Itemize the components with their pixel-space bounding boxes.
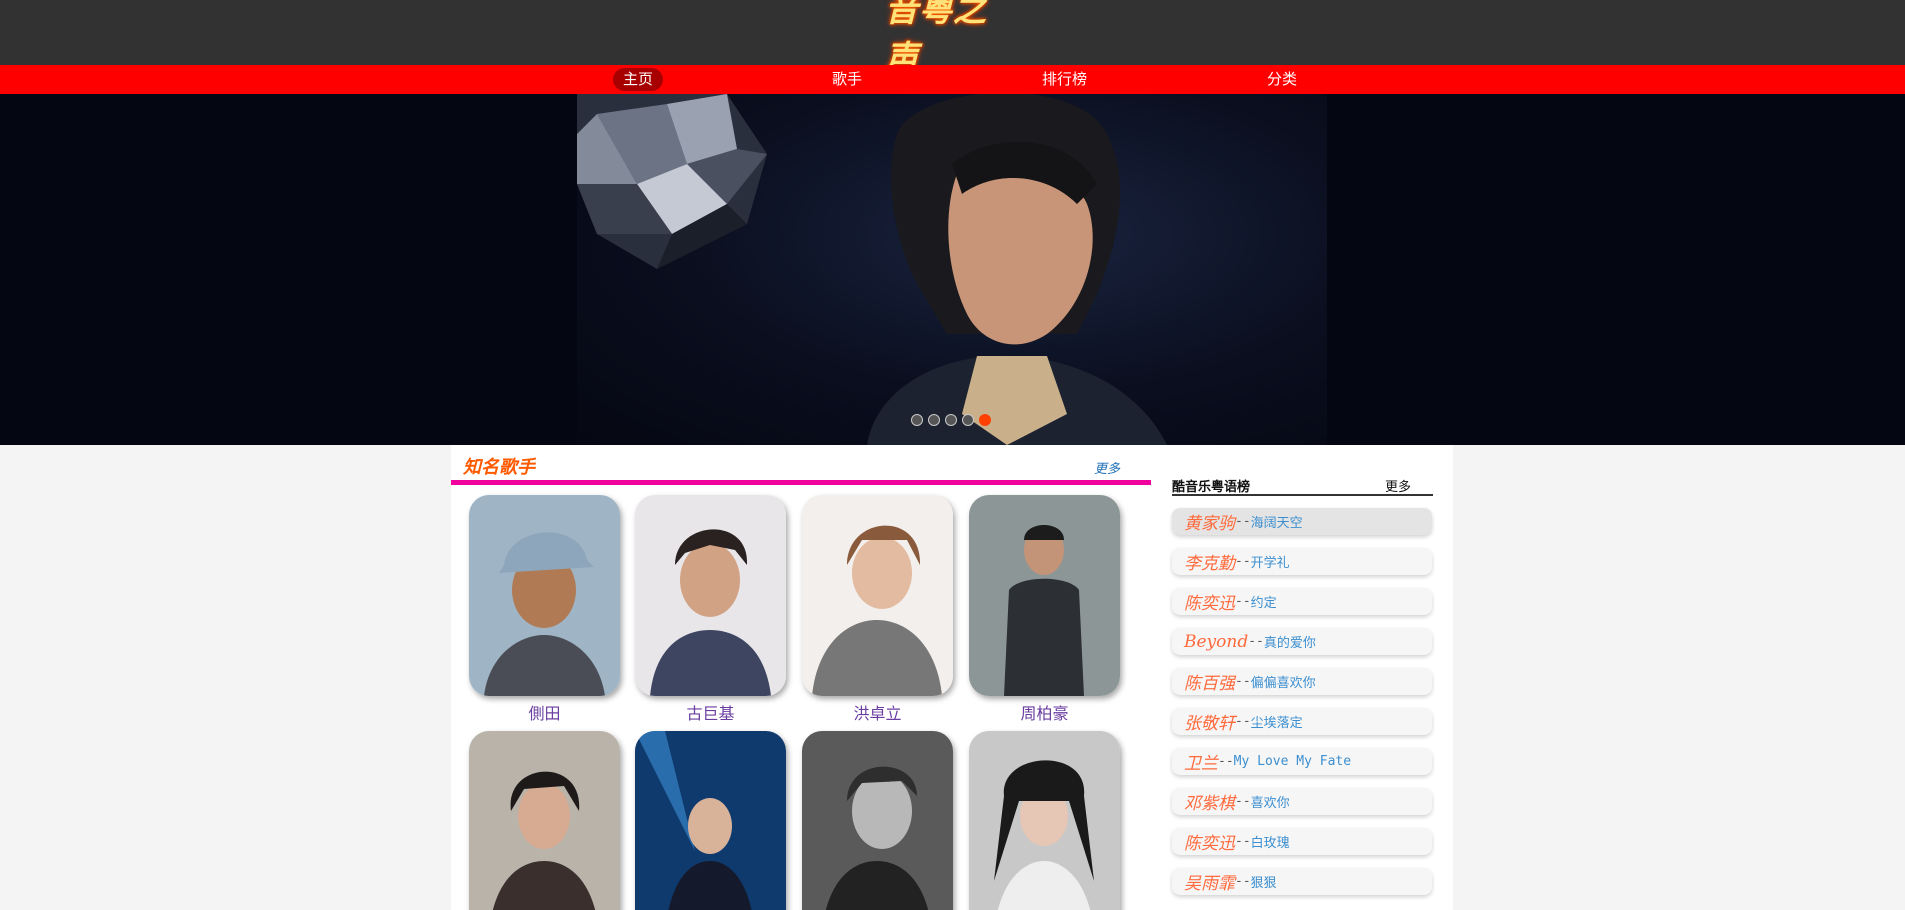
chart-song: 海阔天空 bbox=[1250, 516, 1303, 531]
singer-name[interactable]: 洪卓立 bbox=[802, 700, 953, 724]
singer-name[interactable]: 古巨基 bbox=[635, 700, 786, 724]
chart-artist: Beyond bbox=[1184, 631, 1249, 652]
hero-banner[interactable] bbox=[0, 94, 1905, 445]
carousel-dot-5[interactable] bbox=[979, 414, 991, 426]
singer-photo bbox=[469, 731, 620, 910]
singer-photo bbox=[969, 495, 1120, 696]
singer-name[interactable]: 側田 bbox=[469, 700, 620, 724]
chart-separator: -- bbox=[1235, 514, 1251, 529]
chart-title: 酷音乐粤语榜 bbox=[1172, 480, 1251, 495]
chart-more-link[interactable]: 更多 bbox=[1385, 476, 1411, 495]
chart-item[interactable]: 陈百强 -- 偏偏喜欢你 bbox=[1172, 668, 1432, 695]
main-nav: 主页 歌手 排行榜 分类 bbox=[0, 65, 1905, 94]
chart-separator: -- bbox=[1248, 634, 1264, 649]
singer-photo bbox=[469, 495, 620, 696]
carousel-dot-3[interactable] bbox=[945, 414, 957, 426]
chart-item[interactable]: 黄家驹 -- 海阔天空 bbox=[1172, 508, 1432, 535]
chart-separator: -- bbox=[1235, 714, 1251, 729]
singer-card[interactable] bbox=[969, 731, 1120, 910]
singer-photo bbox=[635, 495, 786, 696]
chart-separator: -- bbox=[1235, 594, 1251, 609]
carousel-dot-4[interactable] bbox=[962, 414, 974, 426]
site-logo[interactable]: 音粤之声 bbox=[885, 0, 1010, 77]
chart-separator: -- bbox=[1235, 674, 1251, 689]
singer-photo bbox=[802, 731, 953, 910]
chart-song: 偏偏喜欢你 bbox=[1250, 676, 1316, 691]
chart-separator: -- bbox=[1218, 754, 1234, 769]
chart-artist: 邓紫棋 bbox=[1184, 794, 1235, 814]
chart-item[interactable]: 张敬轩 -- 尘埃落定 bbox=[1172, 708, 1432, 735]
chart-artist: 陈百强 bbox=[1184, 674, 1235, 694]
nav-charts[interactable]: 排行榜 bbox=[1042, 68, 1087, 91]
banner-image bbox=[577, 94, 1327, 445]
singer-card[interactable] bbox=[969, 495, 1120, 696]
chart-song: My Love My Fate bbox=[1233, 754, 1352, 769]
carousel-dot-1[interactable] bbox=[911, 414, 923, 426]
chart-artist: 陈奕迅 bbox=[1184, 594, 1235, 614]
section-divider bbox=[451, 480, 1151, 485]
chart-item[interactable]: Beyond -- 真的爱你 bbox=[1172, 628, 1432, 655]
singer-card[interactable] bbox=[469, 495, 620, 696]
chart-item[interactable]: 卫兰 -- My Love My Fate bbox=[1172, 748, 1432, 775]
chart-artist: 陈奕迅 bbox=[1184, 834, 1235, 854]
nav-categories[interactable]: 分类 bbox=[1267, 68, 1297, 91]
singer-photo bbox=[635, 731, 786, 910]
chart-artist: 吴雨霏 bbox=[1184, 874, 1235, 894]
chart-item[interactable]: 李克勤 -- 开学礼 bbox=[1172, 548, 1432, 575]
chart-song: 狠狠 bbox=[1250, 876, 1277, 891]
site-header: 音粤之声 bbox=[0, 0, 1905, 77]
singer-card[interactable] bbox=[469, 731, 620, 910]
singer-card[interactable] bbox=[635, 731, 786, 910]
singers-more-link[interactable]: 更多 bbox=[1094, 458, 1120, 477]
singer-card[interactable] bbox=[635, 495, 786, 696]
chart-artist: 李克勤 bbox=[1184, 554, 1235, 574]
chart-song: 真的爱你 bbox=[1263, 636, 1316, 651]
nav-home[interactable]: 主页 bbox=[613, 68, 664, 91]
chart-artist: 张敬轩 bbox=[1184, 714, 1235, 734]
chart-separator: -- bbox=[1235, 834, 1251, 849]
carousel-dot-2[interactable] bbox=[928, 414, 940, 426]
carousel-indicators bbox=[911, 414, 991, 426]
chart-song: 开学礼 bbox=[1250, 556, 1290, 571]
chart-song: 白玫瑰 bbox=[1250, 836, 1290, 851]
chart-item[interactable]: 吴雨霏 -- 狠狠 bbox=[1172, 868, 1432, 895]
chart-song: 约定 bbox=[1250, 596, 1277, 611]
chart-item[interactable]: 陈奕迅 -- 约定 bbox=[1172, 588, 1432, 615]
chart-artist: 黄家驹 bbox=[1184, 514, 1235, 534]
chart-separator: -- bbox=[1235, 554, 1251, 569]
singer-photo bbox=[802, 495, 953, 696]
singer-card[interactable] bbox=[802, 731, 953, 910]
singer-photo bbox=[867, 94, 1167, 445]
chart-divider bbox=[1172, 494, 1433, 496]
singer-name[interactable]: 周柏豪 bbox=[969, 700, 1120, 724]
chart-song: 喜欢你 bbox=[1250, 796, 1290, 811]
singer-photo bbox=[969, 731, 1120, 910]
singer-card[interactable] bbox=[802, 495, 953, 696]
chart-artist: 卫兰 bbox=[1184, 754, 1218, 774]
chart-item[interactable]: 陈奕迅 -- 白玫瑰 bbox=[1172, 828, 1432, 855]
chart-separator: -- bbox=[1235, 874, 1251, 889]
chart-item[interactable]: 邓紫棋 -- 喜欢你 bbox=[1172, 788, 1432, 815]
chart-song: 尘埃落定 bbox=[1250, 716, 1303, 731]
nav-singers[interactable]: 歌手 bbox=[832, 68, 862, 91]
section-title-famous-singers: 知名歌手 bbox=[463, 457, 535, 478]
chart-separator: -- bbox=[1235, 794, 1251, 809]
